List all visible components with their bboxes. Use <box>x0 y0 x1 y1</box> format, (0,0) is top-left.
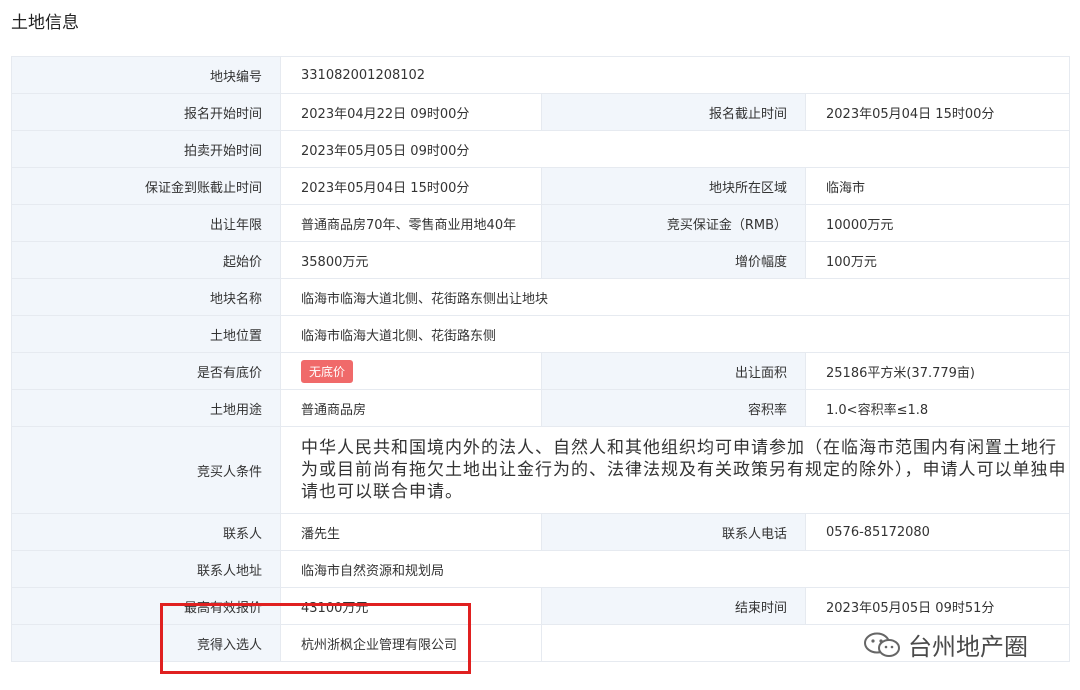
label-signup-end: 报名截止时间 <box>541 93 806 131</box>
value-signup-end: 2023年05月04日 15时00分 <box>805 93 1070 131</box>
label-start-price: 起始价 <box>11 241 281 279</box>
value-highest-bid: 43100万元 <box>280 587 542 625</box>
label-bidder-conditions: 竞买人条件 <box>11 426 281 514</box>
value-signup-start: 2023年04月22日 09时00分 <box>280 93 542 131</box>
table-row: 土地位置 临海市临海大道北侧、花街路东侧 <box>11 315 1070 353</box>
value-winner: 杭州浙枫企业管理有限公司 <box>280 624 542 662</box>
value-reserve-price: 无底价 <box>280 352 542 390</box>
value-contact-phone: 0576-85172080 <box>805 513 1070 551</box>
table-row: 竞买人条件 中华人民共和国境内外的法人、自然人和其他组织均可申请参加（在临海市范… <box>11 426 1070 514</box>
value-bidder-conditions: 中华人民共和国境内外的法人、自然人和其他组织均可申请参加（在临海市范围内有闲置土… <box>280 426 1070 514</box>
label-end-time: 结束时间 <box>541 587 806 625</box>
label-contact-address: 联系人地址 <box>11 550 281 588</box>
label-bid-deposit: 竞买保证金（RMB） <box>541 204 806 242</box>
watermark-text: 台州地产圈 <box>908 633 1028 661</box>
value-auction-start: 2023年05月05日 09时00分 <box>280 130 1070 168</box>
value-term: 普通商品房70年、零售商业用地40年 <box>280 204 542 242</box>
land-info-table: 地块编号 331082001208102 报名开始时间 2023年04月22日 … <box>11 56 1070 662</box>
value-location: 临海市临海大道北侧、花街路东侧 <box>280 315 1070 353</box>
value-deposit-deadline: 2023年05月04日 15时00分 <box>280 167 542 205</box>
table-row: 保证金到账截止时间 2023年05月04日 15时00分 地块所在区域 临海市 <box>11 167 1070 205</box>
value-contact: 潘先生 <box>280 513 542 551</box>
label-parcel-name: 地块名称 <box>11 278 281 316</box>
label-land-use: 土地用途 <box>11 389 281 427</box>
value-area: 25186平方米(37.779亩) <box>805 352 1070 390</box>
value-bid-deposit: 10000万元 <box>805 204 1070 242</box>
table-row: 地块编号 331082001208102 <box>11 56 1070 94</box>
label-contact-phone: 联系人电话 <box>541 513 806 551</box>
table-row: 联系人 潘先生 联系人电话 0576-85172080 <box>11 513 1070 551</box>
label-location: 土地位置 <box>11 315 281 353</box>
table-row: 联系人地址 临海市自然资源和规划局 <box>11 550 1070 588</box>
value-region: 临海市 <box>805 167 1070 205</box>
label-parcel-no: 地块编号 <box>11 56 281 94</box>
label-contact: 联系人 <box>11 513 281 551</box>
label-term: 出让年限 <box>11 204 281 242</box>
table-row: 是否有底价 无底价 出让面积 25186平方米(37.779亩) <box>11 352 1070 390</box>
table-row: 拍卖开始时间 2023年05月05日 09时00分 <box>11 130 1070 168</box>
value-end-time: 2023年05月05日 09时51分 <box>805 587 1070 625</box>
table-row: 地块名称 临海市临海大道北侧、花街路东侧出让地块 <box>11 278 1070 316</box>
label-area: 出让面积 <box>541 352 806 390</box>
value-contact-address: 临海市自然资源和规划局 <box>280 550 1070 588</box>
table-row: 报名开始时间 2023年04月22日 09时00分 报名截止时间 2023年05… <box>11 93 1070 131</box>
label-highest-bid: 最高有效报价 <box>11 587 281 625</box>
label-deposit-deadline: 保证金到账截止时间 <box>11 167 281 205</box>
table-row: 土地用途 普通商品房 容积率 1.0<容积率≤1.8 <box>11 389 1070 427</box>
value-plot-ratio: 1.0<容积率≤1.8 <box>805 389 1070 427</box>
label-winner: 竞得入选人 <box>11 624 281 662</box>
label-increment: 增价幅度 <box>541 241 806 279</box>
value-parcel-no: 331082001208102 <box>280 56 1070 94</box>
label-plot-ratio: 容积率 <box>541 389 806 427</box>
section-title: 土地信息 <box>11 13 79 33</box>
value-parcel-name: 临海市临海大道北侧、花街路东侧出让地块 <box>280 278 1070 316</box>
value-land-use: 普通商品房 <box>280 389 542 427</box>
label-auction-start: 拍卖开始时间 <box>11 130 281 168</box>
table-row: 出让年限 普通商品房70年、零售商业用地40年 竞买保证金（RMB） 10000… <box>11 204 1070 242</box>
watermark: 台州地产圈 <box>862 627 1028 662</box>
label-region: 地块所在区域 <box>541 167 806 205</box>
label-signup-start: 报名开始时间 <box>11 93 281 131</box>
status-badge: 无底价 <box>301 359 354 383</box>
value-start-price: 35800万元 <box>280 241 542 279</box>
wechat-icon <box>864 632 900 657</box>
value-increment: 100万元 <box>805 241 1070 279</box>
label-reserve-price: 是否有底价 <box>11 352 281 390</box>
table-row: 最高有效报价 43100万元 结束时间 2023年05月05日 09时51分 <box>11 587 1070 625</box>
table-row: 起始价 35800万元 增价幅度 100万元 <box>11 241 1070 279</box>
